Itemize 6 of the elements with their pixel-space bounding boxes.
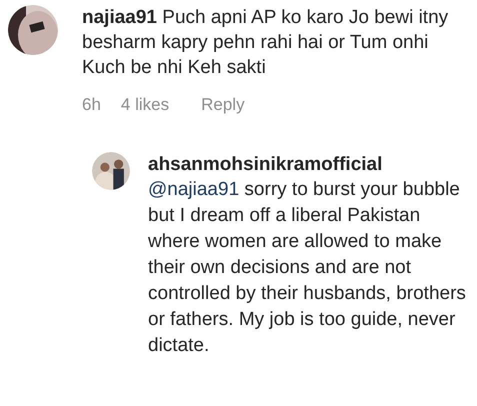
reply-text: @najiaa91 sorry to burst your bubble but I dream off a liberal Pakistan where women are allowed to make their own decisions and are not controlled by their husbands, brothers or fathers. My job is too guide, never dictate. — [148, 178, 467, 358]
comment-text: najiaa91 Puch apni AP ko karo Jo bewi itny besharm kapry pehn rahi hai or Tum onhi Kuch be nhi Keh sakti — [82, 6, 450, 80]
mention-link[interactable]: @najiaa91 — [148, 178, 240, 200]
reply-username[interactable]: ahsanmohsinikramofficial — [148, 152, 473, 176]
comment-time: 6h — [82, 94, 101, 116]
username-link[interactable]: najiaa91 — [82, 7, 157, 28]
